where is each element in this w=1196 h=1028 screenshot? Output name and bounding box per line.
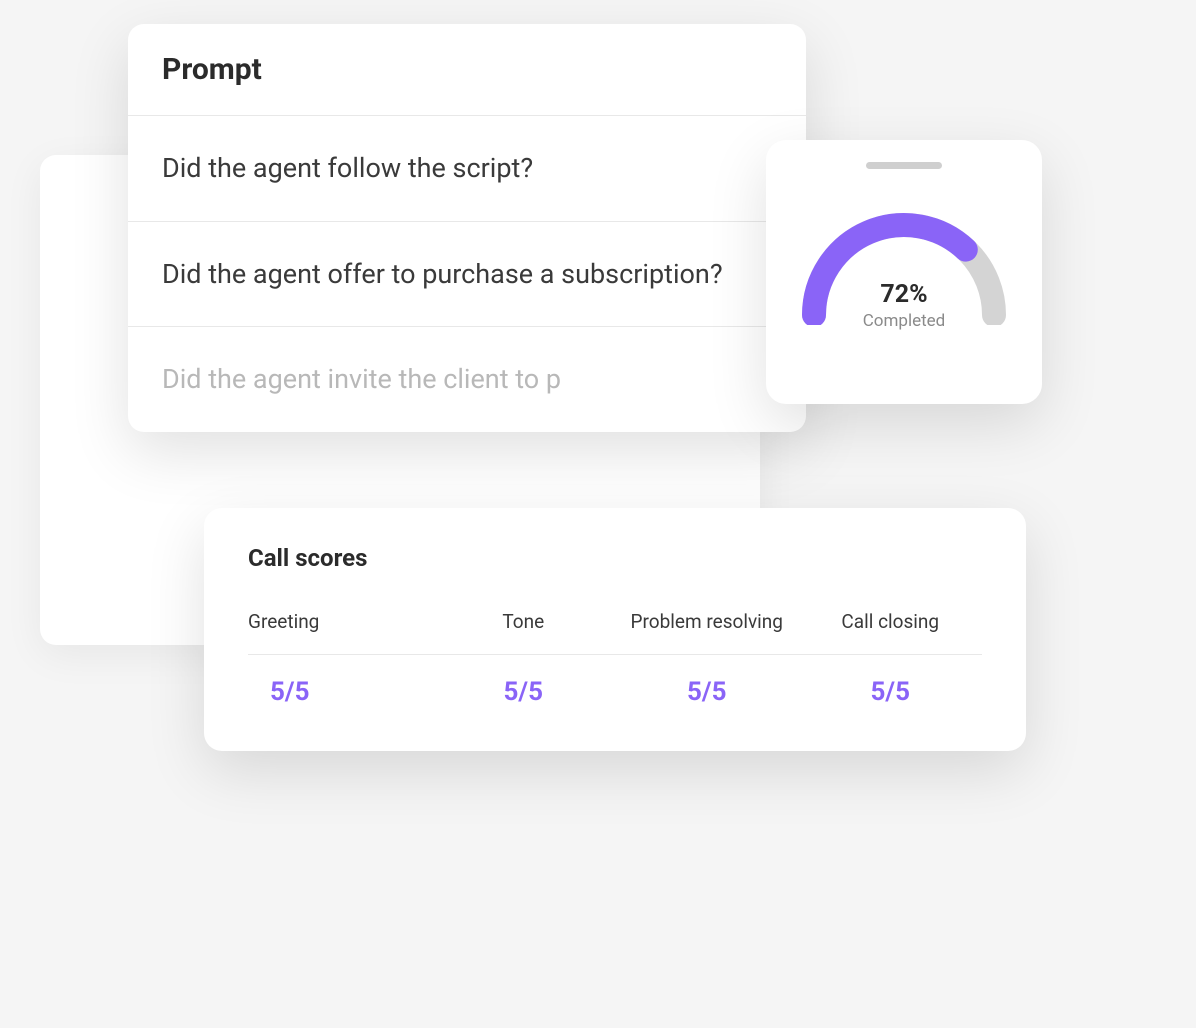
prompt-item-text: Did the agent invite the client to p — [162, 363, 561, 395]
call-scores-table: Greeting 5/5 Tone 5/5 Problem resolving … — [248, 604, 982, 707]
prompt-header: Prompt — [128, 24, 806, 116]
scores-column-header: Call closing — [799, 604, 983, 654]
call-scores-title: Call scores — [248, 544, 982, 572]
prompt-item-text: Did the agent offer to purchase a subscr… — [162, 258, 723, 290]
gauge-value: 72% — [798, 280, 1010, 309]
prompt-item[interactable]: Did the agent offer to purchase a subscr… — [128, 222, 806, 328]
prompt-card: Prompt Did the agent follow the script? … — [128, 24, 806, 432]
divider — [248, 654, 432, 655]
prompt-item[interactable]: Did the agent follow the script? — [128, 116, 806, 222]
scores-column: Tone 5/5 — [432, 604, 616, 707]
prompt-title: Prompt — [162, 52, 772, 87]
divider — [615, 654, 799, 655]
gauge-label: Completed — [798, 311, 1010, 331]
scores-column-value: 5/5 — [615, 677, 799, 707]
drag-handle[interactable] — [866, 162, 942, 169]
prompt-item-text: Did the agent follow the script? — [162, 152, 533, 184]
gauge-card: 72% Completed — [766, 140, 1042, 404]
scores-column-header: Greeting — [248, 604, 432, 654]
gauge-chart: 72% Completed — [798, 205, 1010, 325]
scores-column-value: 5/5 — [248, 677, 432, 707]
divider — [799, 654, 983, 655]
prompt-item[interactable]: Did the agent invite the client to p — [128, 327, 806, 432]
scores-column: Problem resolving 5/5 — [615, 604, 799, 707]
scores-column: Greeting 5/5 — [248, 604, 432, 707]
scores-column: Call closing 5/5 — [799, 604, 983, 707]
call-scores-card: Call scores Greeting 5/5 Tone 5/5 Proble… — [204, 508, 1026, 751]
scores-column-header: Tone — [432, 604, 616, 654]
divider — [432, 654, 616, 655]
scores-column-value: 5/5 — [799, 677, 983, 707]
scores-column-value: 5/5 — [432, 677, 616, 707]
gauge-center: 72% Completed — [798, 280, 1010, 331]
scores-column-header: Problem resolving — [615, 604, 799, 654]
